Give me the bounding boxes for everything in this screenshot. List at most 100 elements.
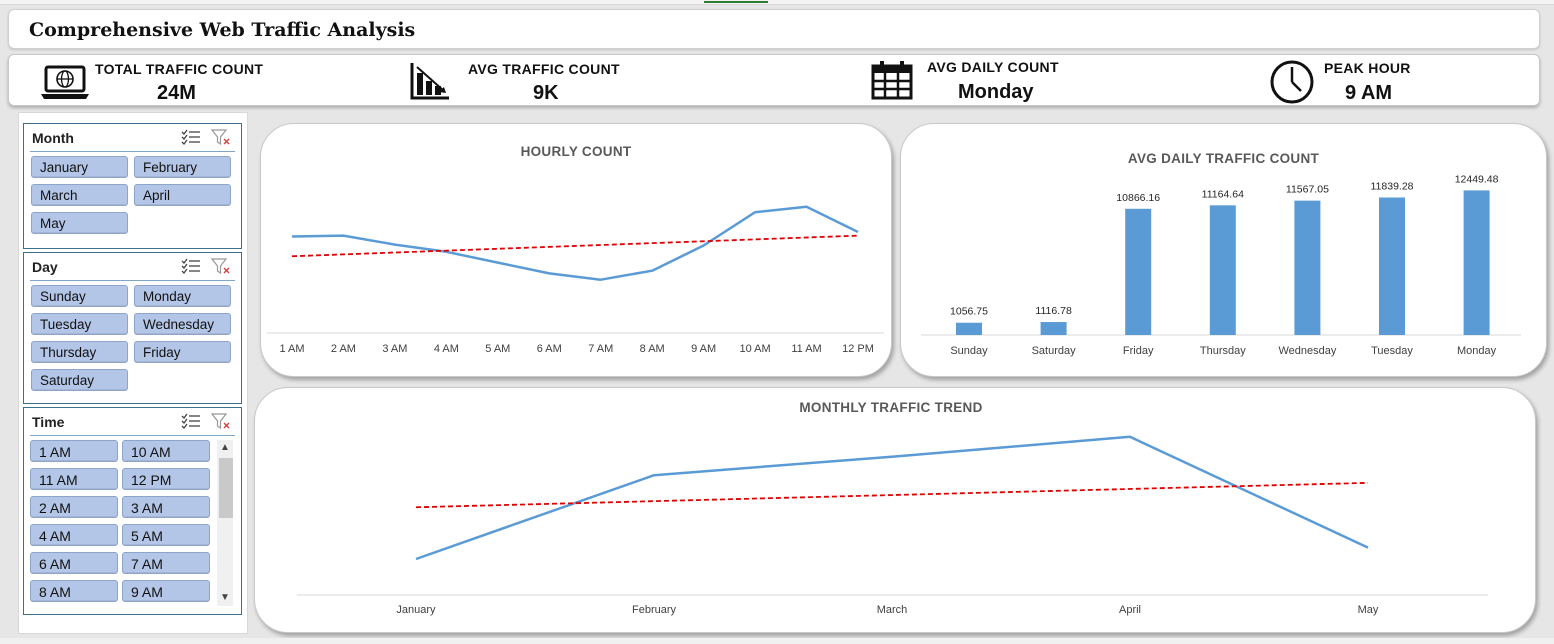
kpi-label: TOTAL TRAFFIC COUNT bbox=[95, 61, 264, 77]
slicer-item-february[interactable]: February bbox=[134, 156, 231, 178]
data-label: 10866.16 bbox=[1116, 192, 1160, 204]
x-tick-label: 12 PM bbox=[842, 343, 874, 355]
x-tick-label: 5 AM bbox=[485, 343, 510, 355]
x-tick-label: Monday bbox=[1457, 345, 1497, 357]
series-line bbox=[291, 205, 859, 281]
kpi-total-traffic: TOTAL TRAFFIC COUNT 24M bbox=[39, 55, 359, 105]
slicer-item-may[interactable]: May bbox=[31, 212, 128, 234]
sheet-bottom-strip bbox=[0, 638, 1554, 644]
sheet-column-header-strip bbox=[0, 0, 1554, 5]
x-tick-label: Wednesday bbox=[1278, 345, 1336, 357]
slicer-item-2am[interactable]: 2 AM bbox=[30, 496, 118, 518]
avg-daily-traffic-chart: 1056.75 Sunday 1116.78 Saturday 10866.16 Frid… bbox=[921, 173, 1521, 357]
slicer-panel: Month January February March April May D… bbox=[18, 112, 248, 634]
kpi-label: PEAK HOUR bbox=[1324, 60, 1411, 76]
bar bbox=[1294, 200, 1321, 335]
x-tick-label: 1 AM bbox=[279, 343, 304, 355]
monthly-traffic-chart: January February March April May bbox=[297, 435, 1488, 616]
kpi-peak-hour: PEAK HOUR 9 AM bbox=[1269, 55, 1529, 105]
slicer-item-march[interactable]: March bbox=[31, 184, 128, 206]
x-tick-label: Tuesday bbox=[1371, 345, 1413, 357]
time-slicer: Time 1 AM 10 AM 11 AM 12 PM 2 AM 3 AM 4 … bbox=[23, 407, 242, 615]
multi-select-icon[interactable] bbox=[181, 258, 201, 274]
x-tick-label: 6 AM bbox=[537, 343, 562, 355]
slicer-item-11am[interactable]: 11 AM bbox=[30, 468, 118, 490]
slicer-item-thursday[interactable]: Thursday bbox=[31, 341, 128, 363]
bar bbox=[1040, 322, 1067, 335]
x-tick-label: January bbox=[396, 604, 436, 616]
kpi-value: Monday bbox=[958, 81, 1034, 103]
multi-select-icon[interactable] bbox=[181, 413, 201, 429]
slicer-item-wednesday[interactable]: Wednesday bbox=[134, 313, 231, 335]
x-tick-label: April bbox=[1119, 604, 1141, 616]
data-label: 11839.28 bbox=[1370, 180, 1413, 192]
slicer-item-12pm[interactable]: 12 PM bbox=[122, 468, 210, 490]
data-label: 11164.64 bbox=[1202, 188, 1244, 200]
x-tick-label: 7 AM bbox=[588, 343, 613, 355]
kpi-label: AVG DAILY COUNT bbox=[927, 59, 1059, 75]
scroll-thumb[interactable] bbox=[219, 458, 233, 518]
bar bbox=[1209, 205, 1236, 335]
kpi-avg-traffic: AVG TRAFFIC COUNT 9K bbox=[409, 55, 729, 105]
slicer-header-divider bbox=[30, 151, 235, 152]
title-banner: Comprehensive Web Traffic Analysis bbox=[8, 9, 1540, 49]
slicer-item-friday[interactable]: Friday bbox=[134, 341, 231, 363]
dashboard-title: Comprehensive Web Traffic Analysis bbox=[29, 19, 416, 41]
month-slicer: Month January February March April May bbox=[23, 123, 242, 249]
slicer-item-sunday[interactable]: Sunday bbox=[31, 285, 128, 307]
slicer-item-3am[interactable]: 3 AM bbox=[122, 496, 210, 518]
selected-column-indicator bbox=[704, 1, 768, 3]
x-tick-label: 11 AM bbox=[791, 343, 821, 355]
scroll-up-icon[interactable]: ▲ bbox=[220, 442, 230, 453]
bar bbox=[1379, 197, 1405, 335]
clear-filter-icon[interactable] bbox=[211, 258, 231, 274]
time-slicer-scrollbar[interactable]: ▲ ▼ bbox=[217, 440, 233, 606]
kpi-value: 9K bbox=[533, 82, 559, 104]
slicer-header-divider bbox=[30, 435, 235, 436]
data-label: 12449.48 bbox=[1455, 173, 1499, 185]
slicer-item-4am[interactable]: 4 AM bbox=[30, 524, 118, 546]
avg-daily-traffic-card: AVG DAILY TRAFFIC COUNT 1056.75 Sunday 111… bbox=[900, 123, 1547, 377]
x-tick-label: Saturday bbox=[1032, 345, 1077, 357]
slicer-item-7am[interactable]: 7 AM bbox=[122, 552, 210, 574]
hourly-count-card: HOURLY COUNT 1 AM 2 AM 3 AM 4 AM 5 AM 6 AM 7 A… bbox=[260, 123, 892, 377]
slicer-item-8am[interactable]: 8 AM bbox=[30, 580, 118, 602]
slicer-item-tuesday[interactable]: Tuesday bbox=[31, 313, 128, 335]
series-line bbox=[415, 435, 1369, 561]
data-label: 1116.78 bbox=[1035, 305, 1072, 317]
multi-select-icon[interactable] bbox=[181, 129, 201, 145]
slicer-title: Month bbox=[32, 130, 74, 146]
slicer-item-1am[interactable]: 1 AM bbox=[30, 440, 118, 462]
x-tick-label: March bbox=[877, 604, 908, 616]
bar bbox=[1463, 190, 1490, 335]
calendar-icon bbox=[871, 61, 913, 100]
slicer-item-6am[interactable]: 6 AM bbox=[30, 552, 118, 574]
slicer-item-monday[interactable]: Monday bbox=[134, 285, 231, 307]
slicer-item-9am[interactable]: 9 AM bbox=[122, 580, 210, 602]
x-tick-label: Sunday bbox=[950, 345, 988, 357]
slicer-item-10am[interactable]: 10 AM bbox=[122, 440, 210, 462]
x-tick-label: 4 AM bbox=[434, 343, 459, 355]
data-label: 11567.05 bbox=[1286, 184, 1329, 196]
bar bbox=[1125, 208, 1152, 335]
trendline bbox=[291, 234, 859, 258]
day-slicer: Day Sunday Monday Tuesday Wednesday Thur… bbox=[23, 252, 242, 404]
slicer-item-january[interactable]: January bbox=[31, 156, 128, 178]
clear-filter-icon[interactable] bbox=[211, 129, 231, 145]
kpi-value: 9 AM bbox=[1345, 82, 1393, 104]
slicer-title: Time bbox=[32, 414, 65, 430]
clear-filter-icon[interactable] bbox=[211, 413, 231, 429]
x-tick-label: Thursday bbox=[1200, 345, 1246, 357]
slicer-header-divider bbox=[30, 280, 235, 281]
scroll-down-icon[interactable]: ▼ bbox=[220, 592, 230, 603]
slicer-item-april[interactable]: April bbox=[134, 184, 231, 206]
clock-icon bbox=[1270, 60, 1314, 104]
slicer-item-saturday[interactable]: Saturday bbox=[31, 369, 128, 391]
x-tick-label: February bbox=[632, 604, 677, 616]
bar bbox=[956, 322, 982, 335]
x-tick-label: 9 AM bbox=[691, 343, 716, 355]
kpi-label: AVG TRAFFIC COUNT bbox=[468, 61, 620, 77]
trendline bbox=[415, 481, 1369, 509]
monthly-traffic-card: MONTHLY TRAFFIC TREND January February Mar… bbox=[254, 387, 1536, 633]
slicer-item-5am[interactable]: 5 AM bbox=[122, 524, 210, 546]
